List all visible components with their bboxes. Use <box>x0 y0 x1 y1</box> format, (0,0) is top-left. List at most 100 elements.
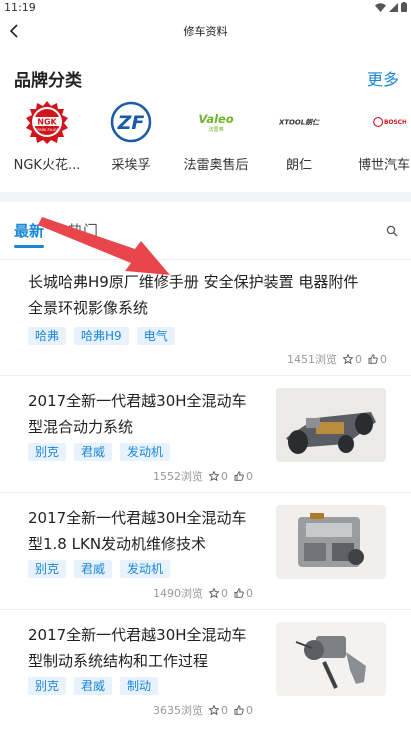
article-title-line: 型混合动力系统 <box>28 418 134 436</box>
thumbs-up-icon <box>368 354 378 364</box>
brand-list: NGK SPARK PLUGS NGK火花... ZF 采埃孚 Valeo 法雷… <box>0 100 411 182</box>
star-icon <box>209 588 219 598</box>
article-thumbnail <box>276 388 386 462</box>
thumbs-up-icon <box>234 471 244 481</box>
tag[interactable]: 君威 <box>74 443 113 461</box>
star-count: 0 <box>221 586 228 600</box>
engine-image <box>276 505 386 579</box>
svg-text:Valeo: Valeo <box>198 112 233 126</box>
tag[interactable]: 发动机 <box>120 443 171 461</box>
status-icons <box>375 2 407 12</box>
brand-item-valeo[interactable]: Valeo 法雷奥 法雷奥售后 <box>176 100 256 182</box>
signal-icon <box>389 2 398 12</box>
article-title: 2017全新一代君越30H全混动车 型混合动力系统 <box>28 388 273 440</box>
tag[interactable]: 制动 <box>120 677 159 695</box>
article-title-line: 2017全新一代君越30H全混动车 <box>28 392 247 410</box>
more-brands-link[interactable]: 更多 <box>367 66 399 90</box>
brand-name: 博世汽车 <box>357 158 410 173</box>
zf-logo-icon: ZF <box>109 100 153 144</box>
favorite-stat[interactable]: 0 <box>209 470 228 483</box>
tag-list: 别克 君威 发动机 <box>28 443 171 461</box>
tab-hot[interactable]: 热门 <box>68 220 98 241</box>
tag[interactable]: 别克 <box>28 560 67 578</box>
bosch-logo-icon: BOSCH <box>362 100 406 144</box>
star-icon <box>209 471 219 481</box>
tag[interactable]: 君威 <box>74 677 113 695</box>
brand-name: 法雷奥售后 <box>183 158 249 173</box>
thumbs-up-icon <box>234 588 244 598</box>
tag[interactable]: 发动机 <box>120 560 171 578</box>
article-stats: 1552浏览 0 0 <box>153 468 253 484</box>
like-count: 0 <box>246 469 253 483</box>
article-card[interactable]: 2017全新一代君越30H全混动车 型1.8 LKN发动机维修技术 别克 君威 … <box>0 493 411 610</box>
tag-list: 哈弗 哈弗H9 电气 <box>28 327 175 345</box>
article-stats: 3635浏览 0 0 <box>153 702 253 718</box>
star-icon <box>209 705 219 715</box>
svg-text:SPARK PLUGS: SPARK PLUGS <box>35 128 60 132</box>
article-card[interactable]: 2017全新一代君越30H全混动车 型混合动力系统 别克 君威 发动机 1552… <box>0 376 411 493</box>
view-count: 1552浏览 <box>153 470 203 483</box>
brand-item-xtool[interactable]: XTOOL朗仁 朗仁 <box>259 100 339 182</box>
star-icon <box>343 354 353 364</box>
svg-text:XTOOL朗仁: XTOOL朗仁 <box>278 118 320 126</box>
article-stats: 1451浏览 0 0 <box>287 351 387 367</box>
active-tab-indicator <box>14 245 44 248</box>
battery-icon <box>401 2 407 12</box>
article-title-line: 全景环视影像系统 <box>28 299 149 317</box>
view-count: 1490浏览 <box>153 587 203 600</box>
like-stat[interactable]: 0 <box>234 704 253 717</box>
tag[interactable]: 别克 <box>28 677 67 695</box>
favorite-stat[interactable]: 0 <box>209 704 228 717</box>
ngk-logo-icon: NGK SPARK PLUGS <box>25 100 69 144</box>
thumbs-up-icon <box>234 705 244 715</box>
article-title: 2017全新一代君越30H全混动车 型1.8 LKN发动机维修技术 <box>28 505 273 557</box>
page-title: 修车资料 <box>183 25 228 38</box>
tab-latest[interactable]: 最新 <box>14 220 44 241</box>
star-count: 0 <box>355 352 362 366</box>
tag[interactable]: 哈弗 <box>28 327 67 345</box>
svg-text:NGK: NGK <box>37 118 57 127</box>
brand-item-ngk[interactable]: NGK SPARK PLUGS NGK火花... <box>7 100 87 182</box>
brand-name: 采埃孚 <box>111 158 151 173</box>
svg-text:法雷奥: 法雷奥 <box>208 125 225 133</box>
search-icon[interactable] <box>386 225 398 237</box>
status-bar: 11:19 <box>0 0 411 16</box>
brake-system-image <box>276 622 386 696</box>
brand-name: NGK火花... <box>13 158 81 173</box>
tag[interactable]: 哈弗H9 <box>74 327 129 345</box>
article-title-line: 型1.8 LKN发动机维修技术 <box>28 535 207 553</box>
xtool-logo-icon: XTOOL朗仁 <box>277 100 321 144</box>
svg-text:ZF: ZF <box>117 112 145 134</box>
like-stat[interactable]: 0 <box>234 587 253 600</box>
tag[interactable]: 别克 <box>28 443 67 461</box>
article-card[interactable]: 2017全新一代君越30H全混动车 型制动系统结构和工作过程 别克 君威 制动 … <box>0 610 411 738</box>
article-title: 2017全新一代君越30H全混动车 型制动系统结构和工作过程 <box>28 622 273 674</box>
article-card[interactable]: 长城哈弗H9原厂维修手册 安全保护装置 电器附件 全景环视影像系统 哈弗 哈弗H… <box>0 261 411 376</box>
brand-section: 品牌分类 更多 NGK SPARK PLUGS NGK火花... ZF 采埃孚 … <box>0 56 411 182</box>
star-count: 0 <box>221 469 228 483</box>
brand-item-zf[interactable]: ZF 采埃孚 <box>91 100 171 182</box>
article-title-line: 长城哈弗H9原厂维修手册 安全保护装置 电器附件 <box>28 273 359 291</box>
article-title-line: 型制动系统结构和工作过程 <box>28 652 209 670</box>
like-stat[interactable]: 0 <box>368 353 387 366</box>
section-divider <box>0 192 411 202</box>
like-count: 0 <box>380 352 387 366</box>
nav-bar: 修车资料 <box>0 16 411 46</box>
article-thumbnail <box>276 505 386 579</box>
like-count: 0 <box>246 703 253 717</box>
svg-text:BOSCH: BOSCH <box>384 120 406 126</box>
favorite-stat[interactable]: 0 <box>343 353 362 366</box>
brand-item-bosch[interactable]: BOSCH 博世汽车 <box>344 100 411 182</box>
tag[interactable]: 电气 <box>136 327 175 345</box>
view-count: 3635浏览 <box>153 704 203 717</box>
article-thumbnail <box>276 622 386 696</box>
tag[interactable]: 君威 <box>74 560 113 578</box>
article-title: 长城哈弗H9原厂维修手册 安全保护装置 电器附件 全景环视影像系统 <box>28 269 398 321</box>
wifi-icon <box>375 2 386 12</box>
article-title-line: 2017全新一代君越30H全混动车 <box>28 509 247 527</box>
article-stats: 1490浏览 0 0 <box>153 585 253 601</box>
valeo-logo-icon: Valeo 法雷奥 <box>194 100 238 144</box>
like-stat[interactable]: 0 <box>234 470 253 483</box>
favorite-stat[interactable]: 0 <box>209 587 228 600</box>
star-count: 0 <box>221 703 228 717</box>
